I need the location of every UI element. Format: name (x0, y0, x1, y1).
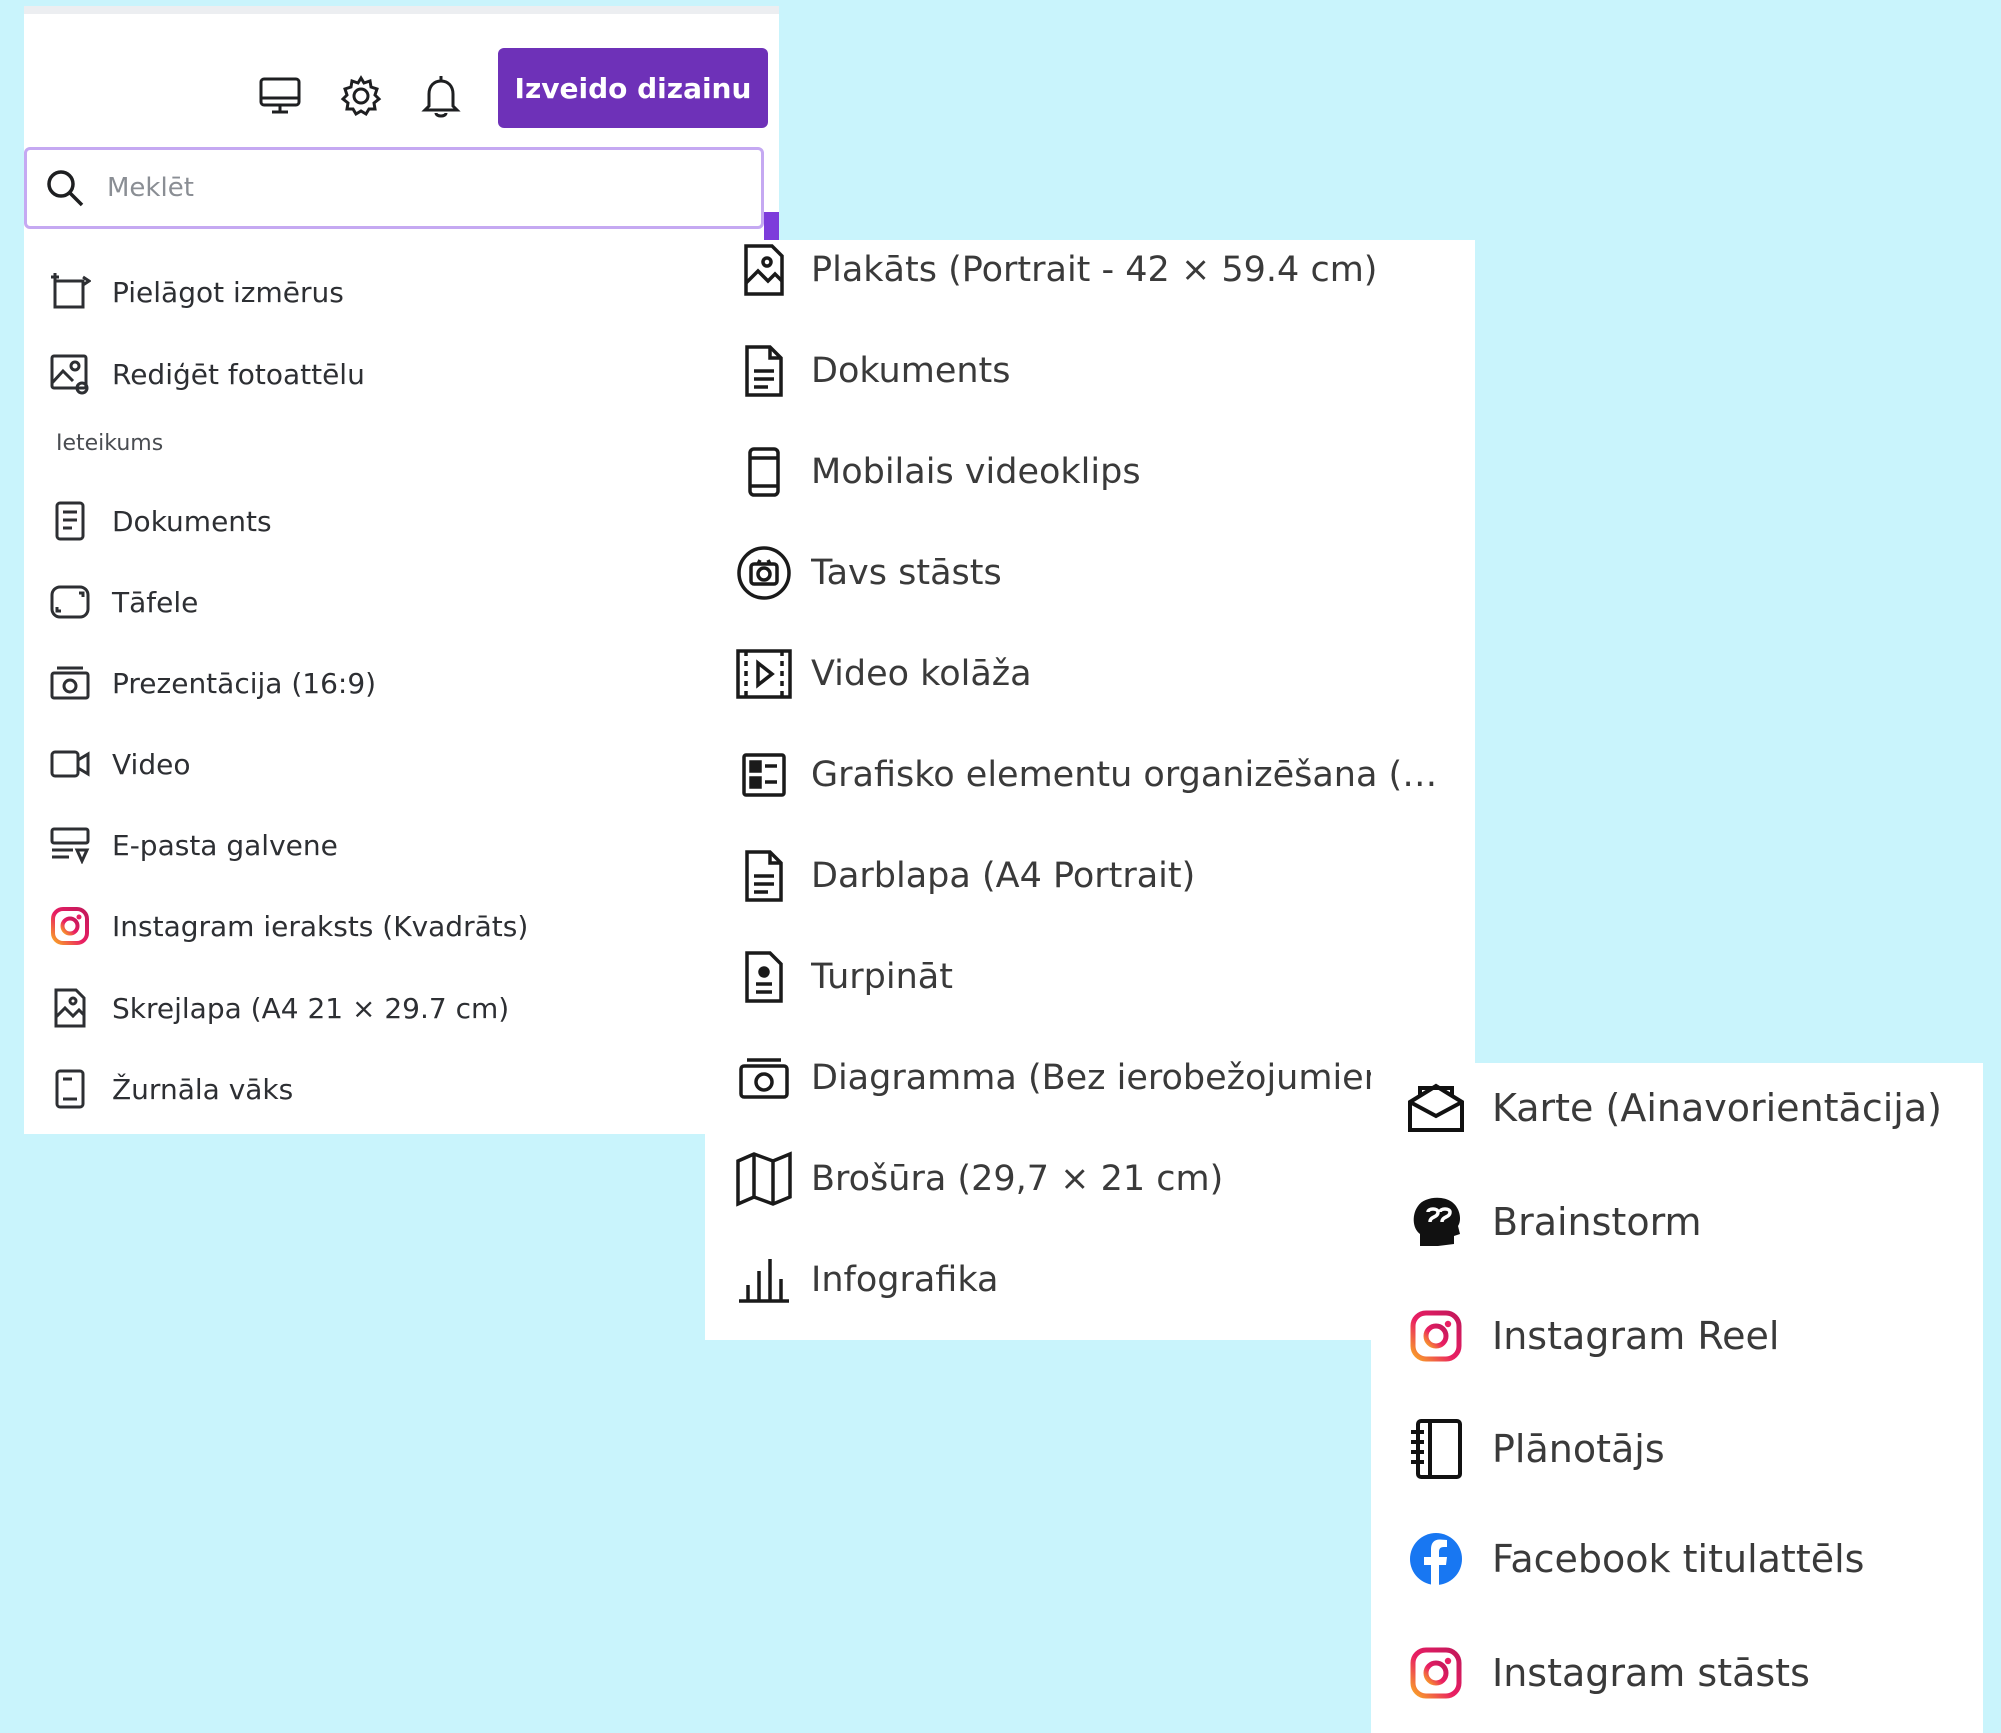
design-item-infographic[interactable]: Infografika (735, 1240, 1455, 1320)
suggestion-item-video[interactable]: Video (48, 729, 748, 799)
instagram-icon (48, 904, 92, 948)
map-icon (735, 1150, 793, 1208)
suggestion-label: Video (112, 747, 191, 781)
instagram-icon (1404, 1641, 1468, 1705)
design-item-planner[interactable]: Plānotājs (1404, 1404, 1974, 1494)
suggestion-label: Instagram ieraksts (Kvadrāts) (112, 909, 529, 943)
extra-designs-panel: Karte (Ainavorientācija) Brainstorm Inst… (1371, 1063, 1983, 1733)
design-label: Mobilais videoklips (811, 452, 1141, 492)
design-item-document[interactable]: Dokuments (735, 331, 1455, 411)
design-label: Diagramma (Bez ierobežojumiem (811, 1058, 1398, 1098)
design-label: Grafisko elementu organizēšana (B... (811, 755, 1451, 795)
magazine-icon (48, 1067, 92, 1111)
design-label: Tavs stāsts (811, 553, 1002, 593)
planner-icon (1404, 1417, 1468, 1481)
suggestion-label: Skrejlapa (A4 21 × 29.7 cm) (112, 991, 510, 1025)
design-menu-panel: Izveido dizainu Pielāgot izmērus Rediģēt… (24, 6, 779, 1134)
gear-icon[interactable] (333, 68, 389, 124)
search-input[interactable] (105, 172, 709, 204)
design-label: Facebook titulattēls (1492, 1537, 1865, 1581)
suggestion-item-whiteboard[interactable]: Tāfele (48, 567, 748, 637)
suggestion-item-presentation[interactable]: Prezentācija (16:9) (48, 648, 748, 718)
design-item-card[interactable]: Karte (Ainavorientācija) (1404, 1063, 1974, 1153)
design-item-worksheet[interactable]: Darblapa (A4 Portrait) (735, 836, 1455, 916)
resize-item[interactable]: Pielāgot izmērus (48, 257, 748, 327)
design-item-graphic-organizer[interactable]: Grafisko elementu organizēšana (B... (735, 735, 1455, 815)
flyer-icon (48, 986, 92, 1030)
diagram-icon (735, 1049, 793, 1107)
design-item-your-story[interactable]: Tavs stāsts (735, 533, 1455, 613)
email-header-icon (48, 823, 92, 867)
suggestion-label: Dokuments (112, 504, 272, 538)
design-item-instagram-story[interactable]: Instagram stāsts (1404, 1628, 1974, 1718)
resize-icon (48, 270, 92, 314)
design-item-facebook-cover[interactable]: Facebook titulattēls (1404, 1514, 1974, 1604)
design-item-diagram[interactable]: Diagramma (Bez ierobežojumiem (735, 1038, 1455, 1118)
whiteboard-icon (48, 580, 92, 624)
brainstorm-head-icon (1404, 1190, 1468, 1254)
search-field[interactable] (24, 147, 764, 229)
design-label: Brošūra (29,7 × 21 cm) (811, 1159, 1224, 1199)
edit-photo-icon (48, 352, 92, 396)
document-icon (735, 342, 793, 400)
create-design-button[interactable]: Izveido dizainu (498, 48, 768, 128)
poster-icon (735, 241, 793, 299)
edit-photo-item[interactable]: Rediģēt fotoattēlu (48, 339, 748, 409)
design-item-resume[interactable]: Turpināt (735, 937, 1455, 1017)
card-envelope-icon (1404, 1076, 1468, 1140)
design-label: Plānotājs (1492, 1427, 1665, 1471)
design-label: Instagram Reel (1492, 1314, 1780, 1358)
top-divider (24, 6, 779, 14)
design-item-mobile-video[interactable]: Mobilais videoklips (735, 432, 1455, 512)
design-item-brochure[interactable]: Brošūra (29,7 × 21 cm) (735, 1139, 1455, 1219)
worksheet-icon (735, 847, 793, 905)
video-collage-icon (735, 645, 793, 703)
design-label: Brainstorm (1492, 1200, 1702, 1244)
suggestion-label: Prezentācija (16:9) (112, 666, 377, 700)
design-label: Video kolāža (811, 654, 1032, 694)
video-icon (48, 742, 92, 786)
facebook-icon (1404, 1527, 1468, 1591)
suggestion-item-document[interactable]: Dokuments (48, 486, 748, 556)
bell-icon[interactable] (413, 68, 469, 124)
search-icon (45, 168, 85, 208)
bar-chart-icon (735, 1251, 793, 1309)
design-label: Instagram stāsts (1492, 1651, 1810, 1695)
suggestion-item-instagram-post[interactable]: Instagram ieraksts (Kvadrāts) (48, 891, 748, 961)
camera-circle-icon (735, 544, 793, 602)
design-item-poster[interactable]: Plakāts (Portrait - 42 × 59.4 cm) (735, 230, 1455, 310)
resume-icon (735, 948, 793, 1006)
design-label: Dokuments (811, 351, 1011, 391)
design-label: Darblapa (A4 Portrait) (811, 856, 1196, 896)
suggestion-label: E-pasta galvene (112, 828, 338, 862)
monitor-icon[interactable] (252, 68, 308, 124)
phone-icon (735, 443, 793, 501)
suggestion-label: Žurnāla vāks (112, 1072, 294, 1106)
more-designs-panel: Plakāts (Portrait - 42 × 59.4 cm) Dokume… (705, 240, 1475, 1340)
instagram-icon (1404, 1304, 1468, 1368)
suggestion-label: Tāfele (112, 585, 199, 619)
design-label: Infografika (811, 1260, 999, 1300)
design-label: Turpināt (811, 957, 953, 997)
organizer-icon (735, 746, 793, 804)
resize-label: Pielāgot izmērus (112, 275, 344, 309)
document-icon (48, 499, 92, 543)
edit-photo-label: Rediģēt fotoattēlu (112, 357, 365, 391)
suggestion-item-email-header[interactable]: E-pasta galvene (48, 810, 748, 880)
design-item-instagram-reel[interactable]: Instagram Reel (1404, 1291, 1974, 1381)
design-label: Karte (Ainavorientācija) (1492, 1086, 1942, 1130)
presentation-icon (48, 661, 92, 705)
suggestion-item-magazine[interactable]: Žurnāla vāks (48, 1054, 748, 1124)
design-item-brainstorm[interactable]: Brainstorm (1404, 1177, 1974, 1267)
design-label: Plakāts (Portrait - 42 × 59.4 cm) (811, 250, 1378, 290)
suggestions-section-label: Ieteikums (56, 431, 164, 456)
suggestion-item-flyer[interactable]: Skrejlapa (A4 21 × 29.7 cm) (48, 973, 748, 1043)
design-item-video-collage[interactable]: Video kolāža (735, 634, 1455, 714)
